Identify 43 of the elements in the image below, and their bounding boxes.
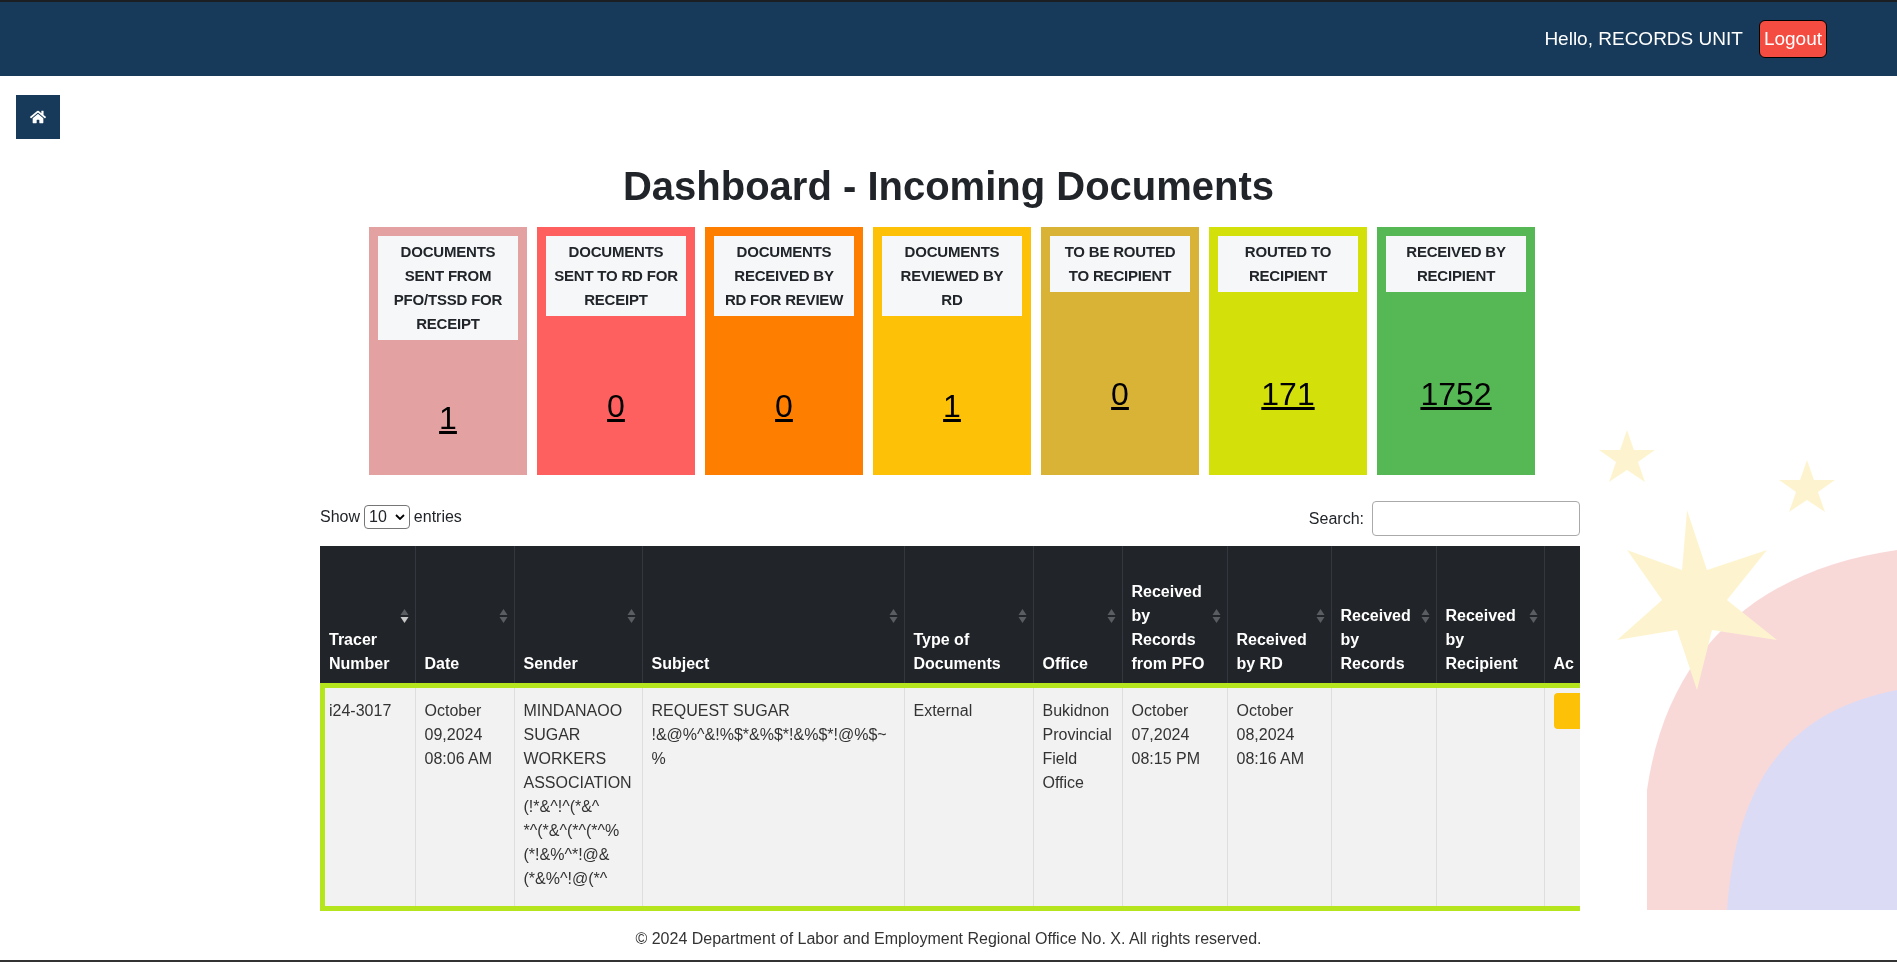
- sort-icon[interactable]: [399, 608, 409, 624]
- table-cell: External: [913, 702, 973, 719]
- footer-text: © 2024 Department of Labor and Employment Regional Office No. X. All rights reserved.: [635, 928, 1262, 949]
- card-label: DOCUMENTS SENT TO RD FOR RECEIPT: [546, 236, 686, 316]
- card-count[interactable]: 1: [943, 382, 961, 430]
- status-card[interactable]: DOCUMENTS REVIEWED BY RD 1: [873, 227, 1031, 475]
- table-row[interactable]: [320, 683, 1580, 911]
- page-size-select[interactable]: 10: [364, 505, 410, 529]
- logout-button[interactable]: Logout: [1758, 19, 1827, 59]
- card-label: ROUTED TO RECIPIENT: [1218, 236, 1358, 292]
- table-cell: October 07,2024 08:15 PM: [1131, 702, 1200, 767]
- chevron-down-icon: [394, 514, 405, 520]
- table-cell: October 08,2024 08:16 AM: [1236, 702, 1305, 767]
- search-field[interactable]: [1372, 501, 1580, 536]
- status-card[interactable]: RECEIVED BY RECIPIENT 1752: [1377, 227, 1535, 475]
- card-count[interactable]: 0: [1111, 370, 1129, 418]
- card-label: RECEIVED BY RECIPIENT: [1386, 236, 1526, 292]
- card-count[interactable]: 1752: [1420, 370, 1492, 418]
- home-button[interactable]: [16, 95, 60, 139]
- page-title: Dashboard - Incoming Documents: [621, 163, 1276, 210]
- card-label: DOCUMENTS REVIEWED BY RD: [882, 236, 1022, 316]
- greeting-text: Hello, RECORDS UNIT: [1544, 26, 1743, 51]
- entries-label: entries: [413, 507, 462, 527]
- table-cell: Bukidnon Provincial Field Office: [1042, 702, 1112, 791]
- table-cell: MINDANAOO SUGAR WORKERS ASSOCIATION (!*&^!^(*&^ *^(*&^(*^(*^% (*!&%^*!@& (*&%^!@(*^: [523, 702, 632, 887]
- card-count[interactable]: 1: [439, 394, 457, 442]
- table-cell: October 09,2024 08:06 AM: [424, 702, 493, 767]
- card-count[interactable]: 0: [775, 382, 793, 430]
- search-label: Search:: [1308, 508, 1364, 529]
- status-card[interactable]: DOCUMENTS RECEIVED BY RD FOR REVIEW 0: [705, 227, 863, 475]
- status-card[interactable]: DOCUMENTS SENT FROM PFO/TSSD FOR RECEIPT 1: [369, 227, 527, 475]
- status-card[interactable]: TO BE ROUTED TO RECIPIENT 0: [1041, 227, 1199, 475]
- home-icon: [30, 109, 46, 125]
- status-card[interactable]: ROUTED TO RECIPIENT 171: [1209, 227, 1367, 475]
- card-count[interactable]: 171: [1261, 370, 1315, 418]
- status-card[interactable]: DOCUMENTS SENT TO RD FOR RECEIPT 0: [537, 227, 695, 475]
- card-label: DOCUMENTS SENT FROM PFO/TSSD FOR RECEIPT: [378, 236, 518, 340]
- card-count[interactable]: 0: [607, 382, 625, 430]
- show-label: Show: [320, 507, 361, 527]
- card-label: TO BE ROUTED TO RECIPIENT: [1050, 236, 1190, 292]
- table-cell: i24-3017: [329, 702, 392, 719]
- card-label: DOCUMENTS RECEIVED BY RD FOR REVIEW: [714, 236, 854, 316]
- table-cell: REQUEST SUGAR !&@%^&!%$*&%$*!&%$*!@%$~%: [651, 702, 887, 767]
